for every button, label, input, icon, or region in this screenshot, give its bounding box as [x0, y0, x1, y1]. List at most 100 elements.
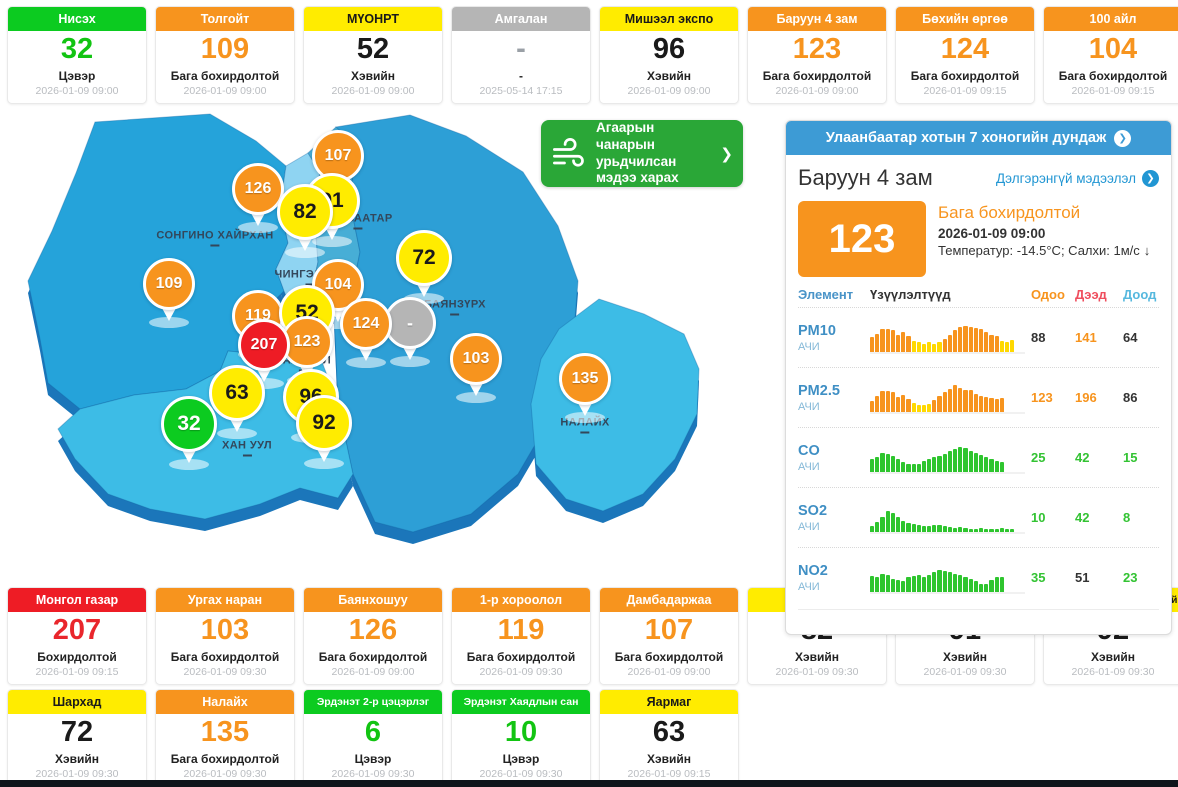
map-marker[interactable]: 103: [450, 333, 502, 403]
station-card[interactable]: МҮОНРТ 52 Хэвийн 2026-01-09 09:00: [303, 6, 443, 104]
aqi-value: 104: [1088, 33, 1138, 65]
element-row: NO2 АЧИ 35 51 23: [798, 547, 1159, 607]
sparkline-bar: [942, 338, 947, 352]
station-card[interactable]: Толгойт 109 Бага бохирдолтой 2026-01-09 09:…: [155, 6, 295, 104]
map-marker-bubble: 103: [450, 333, 502, 385]
sparkline-bar: [989, 334, 994, 352]
sparkline-bar: [958, 326, 963, 352]
measurement-time: 2026-01-09 09:30: [1071, 666, 1155, 679]
aqi-value: 107: [644, 614, 694, 646]
element-row: PM10 АЧИ 88 141 64: [798, 307, 1159, 367]
sparkline-bar: [911, 575, 916, 592]
sparkline-bar: [875, 521, 880, 532]
station-card[interactable]: Баруун 4 зам 123 Бага бохирдолтой 2026-01-0…: [747, 6, 887, 104]
sparkline-bar: [989, 458, 994, 472]
aqi-value: 119: [497, 614, 545, 646]
station-detail-panel: Улаанбаатар хотын 7 хоногийн дундаж ❯ Ба…: [785, 120, 1172, 635]
aqi-status-text: Хэвийн: [350, 69, 395, 84]
district-label: ХАН УУЛ: [222, 440, 272, 457]
sparkline-bar: [937, 341, 942, 352]
column-min: Доод: [1123, 287, 1157, 302]
station-card[interactable]: Эрдэнэт 2-р цэцэрлэг 6 Цэвэр 2026-01-09 09:…: [303, 689, 443, 787]
station-card[interactable]: Яармаг 63 Хэвийн 2026-01-09 09:15: [599, 689, 739, 787]
aqi-status-text: Цэвэр: [354, 752, 392, 767]
chevron-right-icon: ❯: [720, 145, 733, 163]
sparkline-bar: [942, 525, 947, 532]
map-marker[interactable]: 72: [396, 230, 452, 304]
aqi-status-text: Хэвийн: [646, 752, 691, 767]
column-now: Одоо: [1031, 287, 1065, 302]
station-card[interactable]: 100 айл 104 Бага бохирдолтой 2026-01-09 09:…: [1043, 6, 1178, 104]
weekly-average-link[interactable]: Улаанбаатар хотын 7 хоногийн дундаж ❯: [786, 121, 1171, 155]
district-label-dash: [450, 313, 460, 316]
aqi-value: 32: [60, 33, 94, 65]
aqi-status: Бага бохирдолтой: [938, 203, 1081, 222]
station-card[interactable]: Шархад 72 Хэвийн 2026-01-09 09:30: [7, 689, 147, 787]
sparkline-bar-chart: [870, 322, 1025, 354]
sparkline-bar: [978, 527, 984, 532]
station-card[interactable]: Баянхошуу 126 Бага бохирдолтой 2026-01-09 0…: [303, 587, 443, 685]
station-name: Шархад: [8, 690, 146, 714]
station-card[interactable]: Налайх 135 Бага бохирдолтой 2026-01-09 09:3…: [155, 689, 295, 787]
sparkline-bar: [999, 340, 1004, 352]
map-marker[interactable]: 32: [161, 396, 217, 470]
sparkline-bar: [880, 452, 885, 472]
sparkline-bar: [870, 575, 875, 592]
value-now: 88: [1031, 330, 1046, 345]
sparkline-bar: [927, 574, 932, 592]
station-card[interactable]: Ургах наран 103 Бага бохирдолтой 2026-01-09…: [155, 587, 295, 685]
sparkline-bar: [973, 327, 978, 352]
station-name: Яармаг: [600, 690, 738, 714]
station-card[interactable]: Амгалан - -2025-05-14 17:15: [451, 6, 591, 104]
station-card[interactable]: Эрдэнэт Хаядлын сан 10 Цэвэр 2026-01-09 09:…: [451, 689, 591, 787]
sparkline-bar: [870, 458, 875, 472]
map-marker[interactable]: 82: [277, 184, 333, 258]
sparkline-bar: [973, 528, 978, 532]
aqi-status-text: Цэвэр: [502, 752, 540, 767]
sparkline-bar: [999, 576, 1004, 592]
sparkline-bar: [890, 329, 895, 352]
sparkline-bar: [989, 528, 994, 532]
sparkline-bar: [984, 456, 989, 472]
station-card[interactable]: Нисэх 32 Цэвэр 2026-01-09 09:00: [7, 6, 147, 104]
sparkline-bar: [1004, 341, 1010, 352]
map-marker[interactable]: 135: [559, 353, 611, 423]
column-element: Элемент: [798, 287, 854, 302]
map-marker[interactable]: 92: [296, 395, 352, 469]
aqi-status-text: Хэвийн: [794, 650, 839, 665]
sparkline-bar: [885, 574, 890, 592]
sparkline-bar: [984, 583, 989, 592]
station-card[interactable]: Мишээл экспо 96 Хэвийн 2026-01-09 09:00: [599, 6, 739, 104]
sparkline-bar: [906, 335, 911, 352]
forecast-button[interactable]: Агаарын чанарын урьдчилсан мэдээ харах ❯: [541, 120, 743, 187]
sparkline-bar: [994, 335, 999, 352]
station-card[interactable]: 1-р хороолол 119 Бага бохирдолтой 2026-01-0…: [451, 587, 591, 685]
measurement-time: 2026-01-09 09:30: [183, 666, 267, 679]
map-marker[interactable]: 63: [209, 365, 265, 439]
element-unit: АЧИ: [798, 520, 820, 533]
sparkline-bar: [1010, 339, 1015, 352]
aqi-datetime: 2026-01-09 09:00: [938, 226, 1046, 241]
value-max: 196: [1075, 390, 1097, 405]
sparkline-bar: [870, 525, 875, 532]
station-name: Амгалан: [452, 7, 590, 31]
sparkline-bar: [968, 578, 973, 592]
station-card[interactable]: Монгол газар 207 Бохирдолтой 2026-01-09 09:…: [7, 587, 147, 685]
measurement-time: 2025-05-14 17:15: [479, 85, 563, 98]
map-marker[interactable]: 124: [340, 298, 392, 368]
details-link[interactable]: Дэлгэрэнгүй мэдээлэл ❯: [996, 169, 1159, 187]
map-marker[interactable]: 109: [143, 258, 195, 328]
sparkline-bar: [994, 460, 999, 472]
sparkline-bar: [947, 334, 952, 352]
sparkline-bar: [937, 569, 942, 592]
sparkline-bar: [953, 329, 958, 352]
station-name: Толгойт: [156, 7, 294, 31]
sparkline-bar: [875, 576, 880, 592]
station-name: Баянхошуу: [304, 588, 442, 612]
measurement-time: 2026-01-09 09:30: [923, 666, 1007, 679]
element-name: CO: [798, 442, 820, 459]
sparkline-bar: [932, 456, 937, 472]
station-card[interactable]: Дамбадаржаа 107 Бага бохирдолтой 2026-01-09…: [599, 587, 739, 685]
map-marker-bubble: 63: [209, 365, 265, 421]
station-card[interactable]: Бөхийн өргөө 124 Бага бохирдолтой 2026-01-0…: [895, 6, 1035, 104]
